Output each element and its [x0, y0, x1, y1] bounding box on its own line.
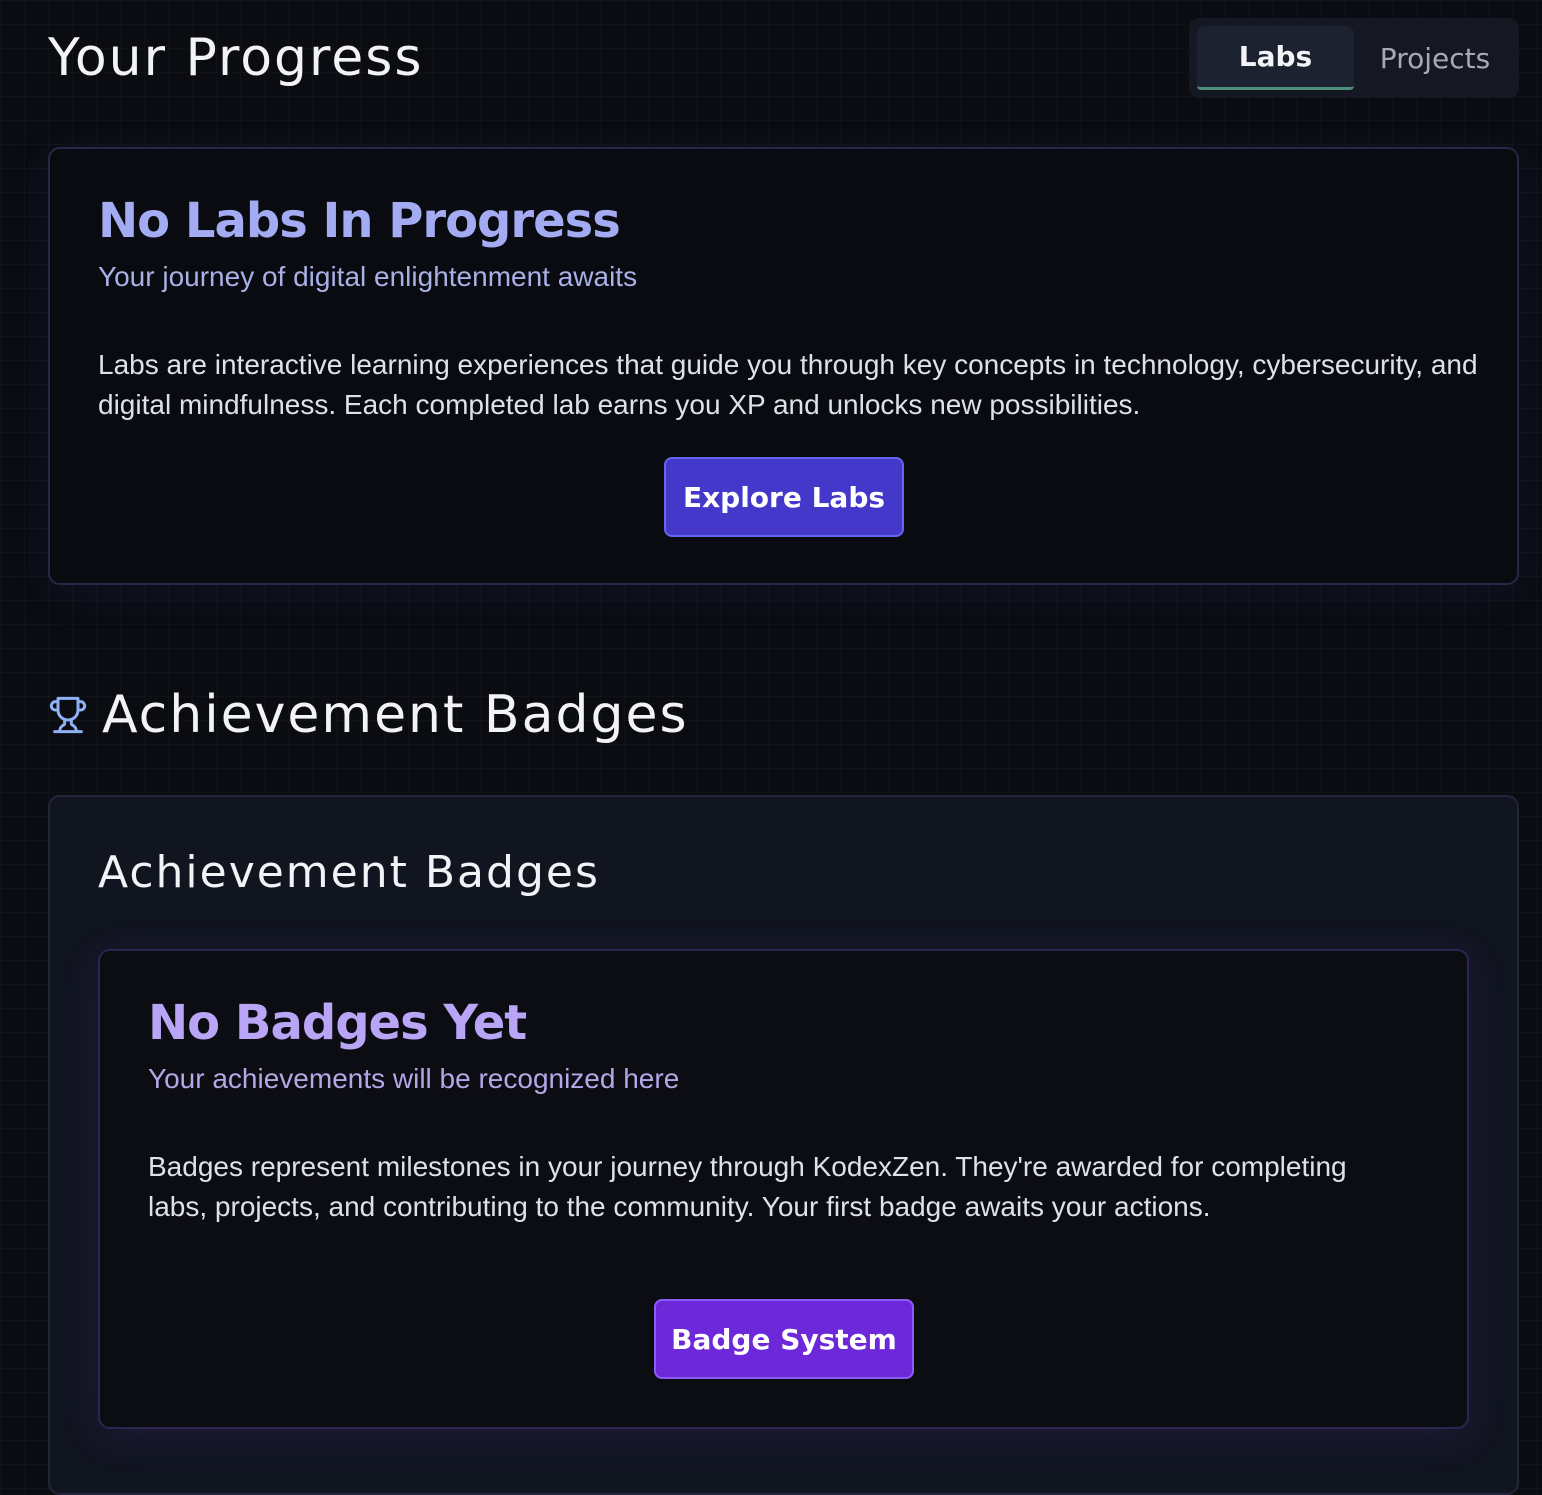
- labs-empty-subtitle: Your journey of digital enlightenment aw…: [98, 261, 638, 292]
- explore-labs-button[interactable]: Explore Labs: [664, 457, 904, 537]
- badge-system-button[interactable]: Badge System: [654, 1299, 914, 1379]
- labs-empty-title: No Labs In Progress: [98, 193, 621, 249]
- labs-empty-state-card: No Labs In Progress Your journey of digi…: [48, 147, 1519, 585]
- tab-labs[interactable]: Labs: [1197, 26, 1354, 90]
- progress-tabs: Labs Projects: [1189, 18, 1519, 98]
- trophy-icon: [48, 695, 88, 735]
- achievement-panel-title: Achievement Badges: [98, 847, 600, 898]
- achievement-section-title: Achievement Badges: [102, 685, 689, 745]
- achievement-badges-panel: Achievement Badges No Badges Yet Your ac…: [48, 795, 1519, 1495]
- tab-projects[interactable]: Projects: [1359, 26, 1511, 90]
- badges-empty-state-card: No Badges Yet Your achievements will be …: [98, 949, 1469, 1429]
- page-title: Your Progress: [48, 28, 424, 88]
- badges-empty-subtitle: Your achievements will be recognized her…: [148, 1063, 680, 1094]
- badges-empty-title: No Badges Yet: [148, 995, 527, 1051]
- achievement-section-heading: Achievement Badges: [48, 683, 689, 747]
- badges-empty-description: Badges represent milestones in your jour…: [148, 1151, 1347, 1222]
- labs-empty-description: Labs are interactive learning experience…: [98, 349, 1478, 420]
